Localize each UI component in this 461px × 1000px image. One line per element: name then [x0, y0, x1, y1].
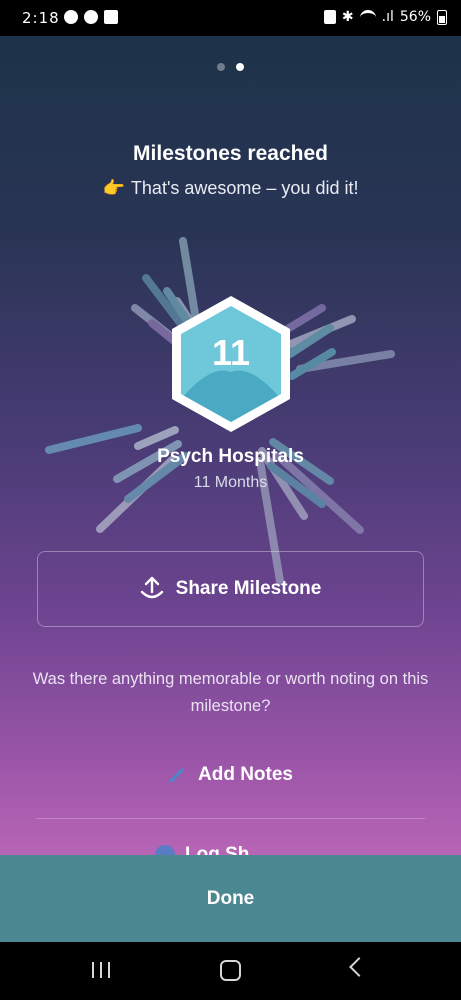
- system-icons: ✱ .ıl 56%: [323, 9, 447, 25]
- wifi-icon: [359, 9, 376, 25]
- system-navigation-bar: [0, 942, 461, 1000]
- divider: [36, 818, 425, 819]
- page-dot-active[interactable]: [236, 63, 244, 71]
- done-button[interactable]: Done: [0, 855, 461, 942]
- milestone-badge: 11: [166, 294, 296, 444]
- page-title: Milestones reached: [133, 142, 328, 165]
- back-icon[interactable]: [349, 957, 369, 977]
- page-indicator: [0, 63, 461, 71]
- pencil-icon: [169, 768, 184, 783]
- status-bar: 2:18 ✱ .ıl 56%: [0, 0, 461, 36]
- done-label: Done: [206, 887, 255, 909]
- milestone-name: Psych Hospitals: [157, 446, 304, 467]
- notification-icons: [64, 10, 118, 24]
- signal-icon: .ıl: [381, 9, 394, 25]
- milestone-screen: Milestones reached 👉 That's awesome – you…: [0, 36, 461, 856]
- notes-prompt: Was there anything memorable or worth no…: [32, 670, 429, 715]
- sync-icon: [84, 10, 98, 24]
- status-time: 2:18: [22, 9, 60, 27]
- page-dot[interactable]: [217, 63, 225, 71]
- add-notes-button[interactable]: Add Notes: [0, 764, 461, 786]
- milestone-duration: 11 Months: [193, 474, 268, 491]
- share-icon: [140, 576, 163, 599]
- milestone-count: 11: [211, 332, 251, 373]
- bluetooth-icon: ✱: [341, 9, 354, 25]
- battery-percentage: 56%: [399, 9, 431, 25]
- share-milestone-label: Share Milestone: [175, 578, 322, 599]
- share-milestone-button[interactable]: Share Milestone: [37, 551, 424, 627]
- dnd-icon: [64, 10, 78, 24]
- battery-icon: [437, 9, 447, 25]
- battery-saver-icon: [323, 10, 336, 24]
- gallery-icon: [104, 10, 118, 24]
- recent-apps-icon[interactable]: [92, 962, 110, 978]
- add-notes-label: Add Notes: [198, 764, 293, 785]
- home-icon[interactable]: [220, 960, 241, 981]
